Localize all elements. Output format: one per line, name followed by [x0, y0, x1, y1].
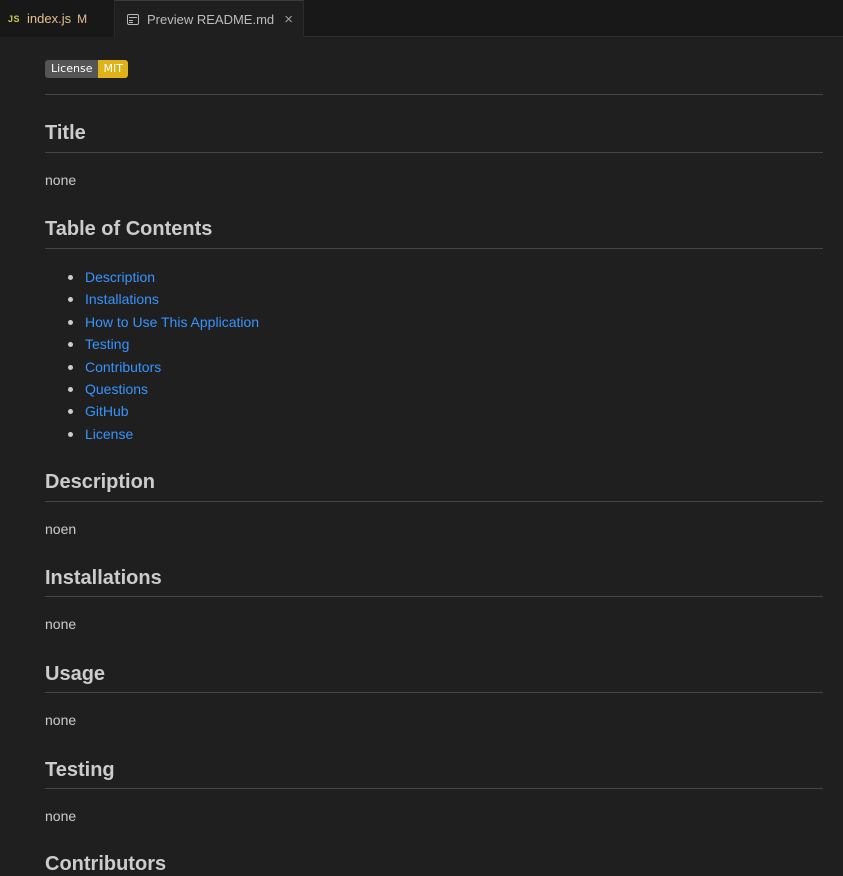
toc-link-contributors[interactable]: Contributors	[85, 359, 161, 375]
heading-underline	[45, 152, 823, 153]
list-item: Testing	[67, 333, 259, 355]
tab-label: Preview README.md	[147, 11, 275, 27]
toc-link-description[interactable]: Description	[85, 269, 155, 285]
heading-underline	[45, 248, 823, 249]
heading-underline	[45, 788, 823, 789]
preview-icon	[127, 13, 139, 25]
installations-text: none	[45, 616, 77, 632]
list-item: Installations	[67, 288, 259, 310]
tab-index-js[interactable]: JS index.js M	[0, 0, 115, 37]
modified-indicator: M	[77, 11, 88, 26]
heading-contributors: Contributors	[45, 853, 167, 875]
testing-text: none	[45, 808, 77, 824]
badge-value: MIT	[98, 60, 128, 78]
tab-preview-readme[interactable]: Preview README.md ×	[115, 0, 304, 37]
heading-description: Description	[45, 471, 156, 493]
divider	[45, 94, 823, 95]
title-text: none	[45, 172, 77, 188]
list-item: GitHub	[67, 400, 259, 422]
heading-underline	[45, 596, 823, 597]
toc-link-questions[interactable]: Questions	[85, 381, 148, 397]
list-item: Contributors	[67, 356, 259, 378]
toc-link-license[interactable]: License	[85, 426, 133, 442]
heading-underline	[45, 692, 823, 693]
tab-label: index.js	[27, 11, 72, 26]
usage-text: none	[45, 712, 77, 728]
heading-usage: Usage	[45, 663, 106, 685]
toc-link-installations[interactable]: Installations	[85, 291, 159, 307]
list-item: How to Use This Application	[67, 311, 259, 333]
toc-link-github[interactable]: GitHub	[85, 403, 129, 419]
description-text: noen	[45, 521, 77, 537]
license-badge[interactable]: License MIT	[45, 60, 128, 78]
heading-underline	[45, 501, 823, 502]
heading-testing: Testing	[45, 759, 115, 781]
heading-installations: Installations	[45, 567, 162, 589]
close-icon[interactable]: ×	[284, 12, 293, 27]
list-item: License	[67, 423, 259, 445]
heading-table-of-contents: Table of Contents	[45, 218, 213, 240]
editor-tab-bar: JS index.js M Preview README.md ×	[0, 0, 843, 37]
javascript-file-icon: JS	[8, 13, 21, 24]
list-item: Questions	[67, 378, 259, 400]
heading-title: Title	[45, 122, 86, 144]
list-item: Description	[67, 266, 259, 288]
table-of-contents-list: Description Installations How to Use Thi…	[45, 266, 259, 445]
toc-link-usage[interactable]: How to Use This Application	[85, 314, 259, 330]
toc-link-testing[interactable]: Testing	[85, 336, 129, 352]
badge-label: License	[45, 60, 99, 78]
